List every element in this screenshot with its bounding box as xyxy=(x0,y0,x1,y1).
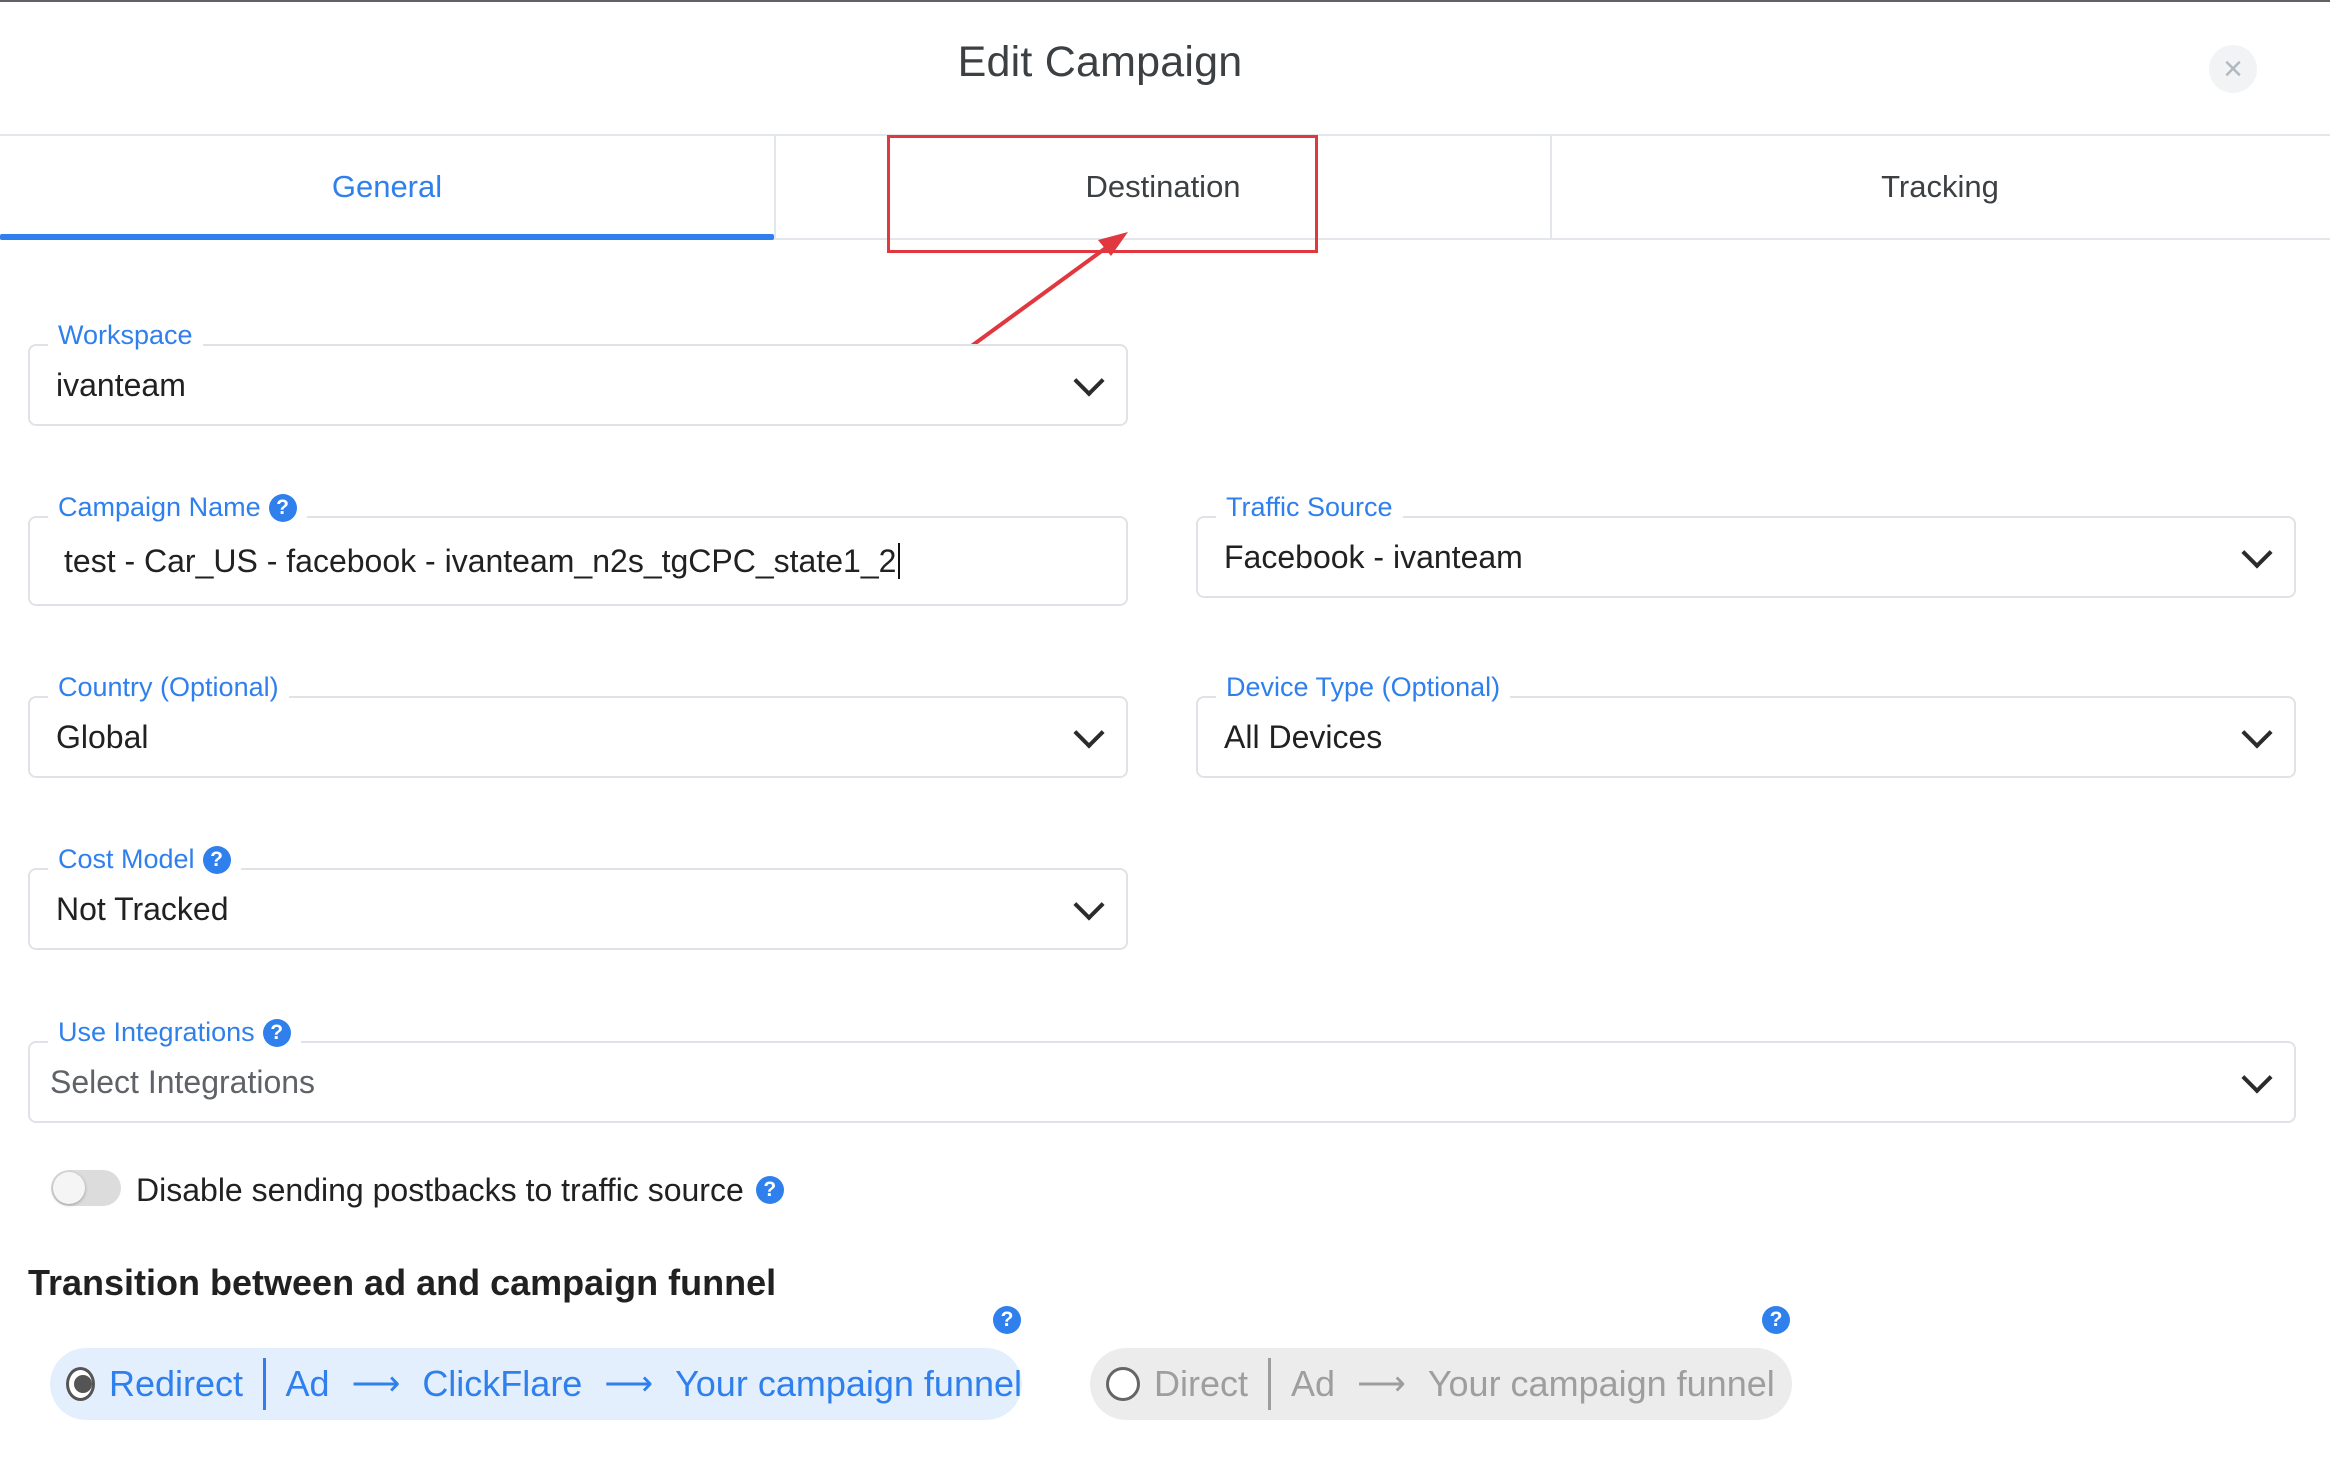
chevron-down-icon xyxy=(2241,717,2273,749)
direct-label: Direct xyxy=(1154,1363,1249,1404)
divider xyxy=(1268,1358,1272,1410)
country-value: Global xyxy=(56,718,149,755)
flow-step: Ad xyxy=(285,1363,330,1404)
postbacks-toggle[interactable] xyxy=(51,1170,121,1206)
modal-title: Edit Campaign xyxy=(957,38,1243,86)
help-icon[interactable]: ? xyxy=(755,1176,784,1204)
cost-model-select[interactable]: Cost Model ? Not Tracked xyxy=(28,844,1128,950)
campaign-name-field[interactable]: Campaign Name ? test - Car_US - facebook… xyxy=(28,492,1128,606)
traffic-source-value: Facebook - ivanteam xyxy=(1224,538,1523,575)
direct-option[interactable]: Direct Ad ⟶ Your campaign funnel xyxy=(1090,1348,1792,1420)
close-icon[interactable]: × xyxy=(2209,45,2257,93)
workspace-select[interactable]: Workspace ivanteam xyxy=(28,320,1128,426)
flow-step: Ad xyxy=(1291,1363,1336,1404)
arrow-right-icon: ⟶ xyxy=(1357,1365,1406,1403)
flow-step: Your campaign funnel xyxy=(675,1363,1022,1404)
workspace-value: ivanteam xyxy=(56,366,186,403)
tab-tracking[interactable]: Tracking xyxy=(1552,136,2328,238)
flow-step: Your campaign funnel xyxy=(1427,1363,1775,1404)
country-select[interactable]: Country (Optional) Global xyxy=(28,672,1128,778)
redirect-label: Redirect xyxy=(108,1363,244,1404)
divider xyxy=(263,1358,266,1410)
chevron-down-icon xyxy=(2241,537,2273,569)
postbacks-toggle-row: Disable sending postbacks to traffic sou… xyxy=(136,1170,784,1210)
cost-model-value: Not Tracked xyxy=(56,890,229,927)
tab-general-label: General xyxy=(331,169,443,204)
chevron-down-icon xyxy=(1073,889,1105,921)
flow-step: ClickFlare xyxy=(422,1363,583,1404)
help-icon[interactable]: ? xyxy=(1762,1306,1790,1334)
arrow-right-icon: ⟶ xyxy=(351,1365,401,1403)
integrations-select[interactable]: Use Integrations ? Select Integrations xyxy=(28,1017,2296,1123)
arrow-right-icon: ⟶ xyxy=(604,1365,654,1403)
tab-general[interactable]: General xyxy=(0,136,774,240)
annotation-highlight-box xyxy=(887,135,1318,253)
tab-tracking-label: Tracking xyxy=(1881,169,1999,204)
device-type-value: All Devices xyxy=(1224,718,1383,755)
window-top-border xyxy=(0,0,2330,2)
chevron-down-icon xyxy=(1073,717,1105,749)
device-type-select[interactable]: Device Type (Optional) All Devices xyxy=(1196,672,2296,778)
integrations-placeholder: Select Integrations xyxy=(50,1063,316,1100)
transition-section-title: Transition between ad and campaign funne… xyxy=(28,1262,777,1303)
help-icon[interactable]: ? xyxy=(993,1306,1021,1334)
campaign-name-value: test - Car_US - facebook - ivanteam_n2s_… xyxy=(64,518,901,604)
toggle-knob xyxy=(53,1172,85,1204)
chevron-down-icon xyxy=(2241,1062,2273,1094)
radio-unselected-icon[interactable] xyxy=(1106,1367,1140,1401)
text-cursor xyxy=(898,543,901,579)
redirect-option[interactable]: Redirect Ad ⟶ ClickFlare ⟶ Your campaign… xyxy=(50,1348,1022,1420)
postbacks-toggle-label: Disable sending postbacks to traffic sou… xyxy=(136,1171,744,1208)
active-tab-indicator xyxy=(0,234,774,240)
traffic-source-select[interactable]: Traffic Source Facebook - ivanteam xyxy=(1196,492,2296,598)
radio-selected-icon[interactable] xyxy=(66,1367,95,1401)
chevron-down-icon xyxy=(1073,365,1105,397)
